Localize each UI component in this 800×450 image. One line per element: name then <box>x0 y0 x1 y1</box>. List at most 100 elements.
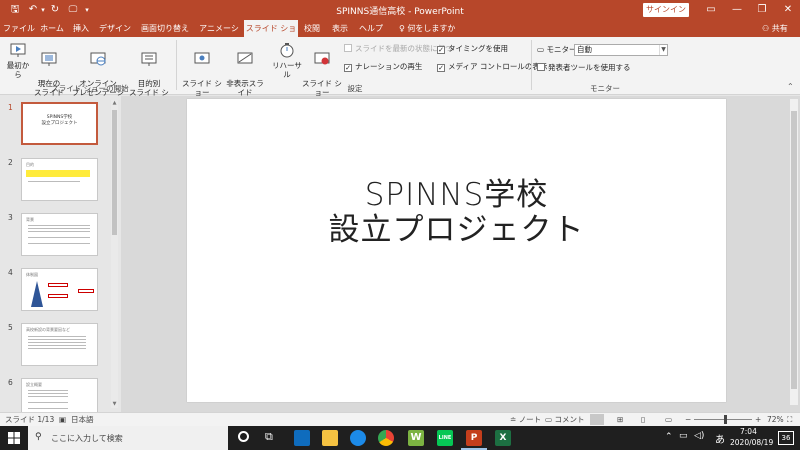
scroll-up-icon[interactable]: ▲ <box>111 100 118 107</box>
zoom-level[interactable]: 72% <box>767 413 784 426</box>
thumbnail-slide-3[interactable]: 背景 <box>21 213 98 256</box>
line-icon[interactable]: LINE <box>437 430 453 446</box>
reading-view-icon[interactable]: ▯ <box>641 413 645 426</box>
thumbnail-lines <box>28 390 68 391</box>
slideshow-view-icon[interactable]: ▭ <box>665 413 672 426</box>
tab-view[interactable]: 表示 <box>328 20 352 37</box>
thumbnail-title: 背景 <box>26 217 34 222</box>
thumbnail-line <box>28 181 80 182</box>
tab-transitions[interactable]: 画面切り替え <box>137 20 193 37</box>
slide-sorter-icon[interactable]: ⊞ <box>617 413 623 426</box>
tab-design[interactable]: デザイン <box>97 20 133 37</box>
tab-animations[interactable]: アニメーション <box>196 20 242 50</box>
clock-date[interactable]: 2020/08/19 <box>730 438 773 447</box>
windows-start-icon[interactable] <box>8 432 20 444</box>
stopwatch-icon <box>280 43 294 58</box>
thumbnail-slide-4[interactable]: 体制図 <box>21 268 98 311</box>
file-explorer-icon[interactable] <box>322 430 338 446</box>
ime-indicator[interactable]: あ <box>715 431 725 446</box>
cortana-icon[interactable] <box>238 431 249 442</box>
tab-review[interactable]: 校閲 <box>301 20 323 37</box>
thumbnail-slide-1[interactable]: SPINNS学校 設立プロジェクト <box>21 102 98 145</box>
presenter-view-checkbox[interactable]: 発表者ツールを使用する <box>537 63 631 73</box>
restore-button[interactable]: ❐ <box>752 2 772 18</box>
tab-home[interactable]: ホーム <box>38 20 66 37</box>
normal-view-icon[interactable] <box>590 414 604 425</box>
spellcheck-icon[interactable]: ▣ <box>59 413 66 426</box>
zoom-in-icon[interactable]: + <box>755 413 761 426</box>
task-view-icon[interactable]: ⧉ <box>265 430 273 444</box>
language-status[interactable]: 日本語 <box>71 413 94 426</box>
monitor-select[interactable]: 自動 ▼ <box>574 44 668 56</box>
ribbon-tabs: ファイル ホーム 挿入 デザイン 画面切り替え アニメーション スライド ショー… <box>0 20 800 50</box>
record-icon <box>314 52 330 65</box>
show-hidden-icons[interactable]: ⌃ <box>665 432 673 442</box>
ribbon-display-options-icon[interactable]: ▭ <box>701 2 721 18</box>
slide-scrollbar[interactable] <box>790 99 798 405</box>
thumbnail-title: 体制図 <box>26 272 38 277</box>
thumbnail-highlight <box>26 170 90 177</box>
share-button[interactable]: ⚇ 共有 <box>762 20 788 37</box>
from-beginning-button[interactable]: 最初から <box>4 41 32 79</box>
checkbox-checked-icon: ✓ <box>437 46 445 54</box>
thumbnail-pyramid <box>31 281 43 307</box>
app-w-icon[interactable]: W <box>408 430 424 446</box>
outlook-icon[interactable] <box>294 430 310 446</box>
volume-icon[interactable]: ◁) <box>694 431 704 441</box>
powerpoint-icon[interactable]: P <box>466 430 482 446</box>
comments-button[interactable]: ▭ コメント <box>545 413 584 426</box>
monitor-label: ▭ モニター: <box>537 45 580 54</box>
slide-1[interactable]: SPINNS学校 設立プロジェクト <box>187 99 726 402</box>
minimize-button[interactable]: — <box>727 2 747 18</box>
notification-center-icon[interactable]: 36 <box>778 431 794 445</box>
tab-help[interactable]: ヘルプ <box>357 20 385 37</box>
taskbar-search-box[interactable]: ⚲ ここに入力して検索 <box>28 426 228 450</box>
tab-slideshow[interactable]: スライド ショー <box>244 20 298 50</box>
notes-button[interactable]: ≐ ノート <box>510 413 541 426</box>
rehearse-button[interactable]: リハーサル <box>271 41 303 79</box>
thumbnail-slide-2[interactable]: 目的 <box>21 158 98 201</box>
slide-title-line-1[interactable]: SPINNS学校 <box>187 177 726 214</box>
close-button[interactable]: ✕ <box>778 2 798 18</box>
thumbnail-box <box>78 289 94 293</box>
narration-checkbox[interactable]: ✓ ナレーションの再生 <box>344 62 422 72</box>
slide-title-line-2[interactable]: 設立プロジェクト <box>187 212 726 249</box>
person-icon: ⚇ <box>762 24 770 33</box>
chrome-icon[interactable] <box>378 430 394 446</box>
custom-slideshow-icon <box>141 52 157 66</box>
thumbnail-title: 高校新設の背景要因など <box>26 327 70 332</box>
excel-icon[interactable]: X <box>495 430 511 446</box>
slideshow-start-icon <box>10 43 26 57</box>
tell-me-label: 何をしますか <box>407 24 456 33</box>
thumbnails-scrollbar[interactable]: ▲ ▼ <box>111 100 118 408</box>
zoom-slider-thumb[interactable] <box>724 415 728 424</box>
thumbnail-slide-5[interactable]: 高校新設の背景要因など <box>21 323 98 366</box>
slide-count: スライド 1/13 <box>5 415 55 424</box>
monitor-icon: ▭ <box>537 45 545 54</box>
tab-insert[interactable]: 挿入 <box>69 20 93 37</box>
notes-icon: ≐ <box>510 415 517 424</box>
timings-checkbox[interactable]: ✓ タイミングを使用 <box>437 44 508 54</box>
search-placeholder: ここに入力して検索 <box>51 434 123 443</box>
fit-to-window-icon[interactable]: ⛶ <box>787 413 792 426</box>
zoom-out-icon[interactable]: − <box>685 413 691 426</box>
scroll-down-icon[interactable]: ▼ <box>111 401 118 408</box>
slideshow-current-icon <box>41 52 57 66</box>
network-icon[interactable]: ▭ <box>679 431 688 441</box>
scrollbar-thumb[interactable] <box>112 110 117 235</box>
thumbnail-box <box>48 294 68 298</box>
clock-time[interactable]: 7:04 <box>740 427 757 436</box>
thumbnail-title: 設立概要 <box>26 382 42 387</box>
title-bar: 🖫 ↶ ▾ ↻ 🖵 ▾ SPINNS通信高校 - PowerPoint サインイ… <box>0 0 800 20</box>
thumbnail-slide-6[interactable]: 設立概要 <box>21 378 98 412</box>
collapse-ribbon-icon[interactable]: ⌃ <box>787 82 794 91</box>
zoom-slider[interactable] <box>694 415 752 424</box>
group-separator <box>531 40 532 90</box>
scrollbar-thumb[interactable] <box>791 111 797 389</box>
signin-button[interactable]: サインイン <box>643 3 689 17</box>
windows-taskbar: ⚲ ここに入力して検索 ⧉ W LINE P X ⌃ ▭ ◁) あ 7:04 2… <box>0 426 800 450</box>
tab-file[interactable]: ファイル <box>2 20 36 37</box>
tell-me-box[interactable]: ♀ 何をしますか <box>399 20 455 37</box>
hide-slide-icon <box>237 52 253 64</box>
edge-icon[interactable] <box>350 430 366 446</box>
